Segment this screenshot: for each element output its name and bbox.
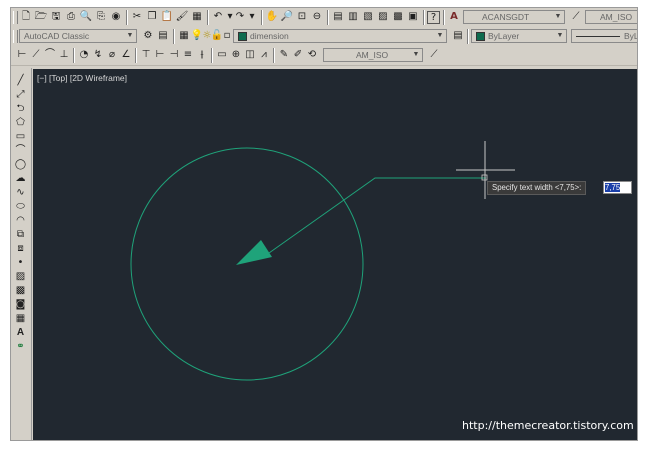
dimension-style-combo[interactable]: AM_ISO ▼ (323, 48, 423, 62)
dimension-toolbar: ⊢ ⟋ ⌒ ⊥ ◔ ↯ ⌀ ∠ ⊤ ⊢ ⊣ ≡ ⫲ ▭ ⊕ ◫ ⩘ ✎ ✐ ⟲ … (11, 46, 637, 66)
dimension-break-icon[interactable]: ⫲ (195, 48, 209, 62)
dim-style-icon[interactable]: ⟋ (569, 10, 583, 24)
help-icon[interactable]: ? (427, 11, 440, 24)
tool-palettes-icon[interactable]: ▧ (361, 10, 375, 24)
color-combo[interactable]: ByLayer ▼ (471, 29, 567, 43)
region-icon[interactable]: ◙ (13, 298, 28, 312)
baseline-dimension-icon[interactable]: ⊢ (153, 48, 167, 62)
revision-cloud-icon[interactable]: ☁ (13, 172, 28, 186)
layer-viewport-icon[interactable]: ▫ (220, 29, 234, 43)
pan-icon[interactable]: ✋ (265, 10, 279, 24)
text-style-combo[interactable]: ACANSGDT ▼ (463, 10, 565, 24)
arc-length-icon[interactable]: ⌒ (43, 48, 57, 62)
drawing-svg (130, 141, 515, 381)
leader-line[interactable] (268, 177, 486, 254)
workspace-settings-icon[interactable]: ⚙ (141, 29, 155, 43)
new-file-icon[interactable]: 🗋 (19, 10, 33, 24)
quick-dimension-icon[interactable]: ⊤ (139, 48, 153, 62)
make-block-icon[interactable]: ⧈ (13, 242, 28, 256)
polyline-icon[interactable]: ⮌ (13, 102, 28, 116)
table-icon[interactable]: ▦ (13, 312, 28, 326)
layer-color-swatch (238, 32, 247, 42)
circle-entity[interactable] (130, 147, 364, 381)
plot-preview-icon[interactable]: 🔍 (79, 10, 93, 24)
open-file-icon[interactable]: 🗁 (34, 10, 48, 24)
insert-block-icon[interactable]: ⧉ (13, 228, 28, 242)
sheet-set-icon[interactable]: ▨ (376, 10, 390, 24)
zoom-window-icon[interactable]: ⊡ (295, 10, 309, 24)
make-layer-current-icon[interactable]: ▤ (451, 29, 465, 43)
text-style-icon[interactable]: A (447, 10, 461, 24)
jogged-linear-icon[interactable]: ⩘ (257, 48, 271, 62)
diameter-dimension-icon[interactable]: ⌀ (105, 48, 119, 62)
dynamic-input-value: 7,75 (605, 183, 621, 192)
angular-dimension-icon[interactable]: ∠ (119, 48, 133, 62)
continue-dimension-icon[interactable]: ⊣ (167, 48, 181, 62)
publish-icon[interactable]: ⎘ (94, 10, 108, 24)
dynamic-input-field[interactable]: 7,75 (603, 181, 632, 194)
zoom-previous-icon[interactable]: ⊖ (310, 10, 324, 24)
center-mark-icon[interactable]: ⊕ (229, 48, 243, 62)
drawing-canvas[interactable]: [−] [Top] [2D Wireframe] Specify text wi… (33, 69, 637, 440)
gradient-icon[interactable]: ▩ (13, 284, 28, 298)
dynamic-input-prompt: Specify text width <7,75>: (487, 181, 587, 195)
dimension-update-icon[interactable]: ⟲ (305, 48, 319, 62)
dimension-edit-icon[interactable]: ✎ (277, 48, 291, 62)
arc-icon[interactable]: ⌒ (13, 144, 28, 158)
color-swatch (476, 32, 485, 42)
cut-icon[interactable]: ✂ (130, 10, 144, 24)
toolbar-grip[interactable] (13, 11, 18, 24)
point-icon[interactable]: • (13, 256, 28, 270)
multiline-text-icon[interactable]: A (13, 326, 28, 340)
draw-toolbar: ╱ ⤢ ⮌ ⬠ ▭ ⌒ ◯ ☁ ∿ ⬭ ◠ ⧉ ⧈ • ▨ ▩ ◙ ▦ A ⚭ (11, 68, 32, 440)
spline-icon[interactable]: ∿ (13, 186, 28, 200)
match-properties-icon[interactable]: 🖌 (175, 10, 189, 24)
inspection-icon[interactable]: ◫ (243, 48, 257, 62)
workspaces-layers-toolbar: AutoCAD Classic ▼ ⚙ ▤ ▦ 💡 ☼ 🔓 ▫ dimension… (11, 27, 637, 47)
my-workspace-icon[interactable]: ▤ (156, 29, 170, 43)
line-icon[interactable]: ╱ (13, 74, 28, 88)
jogged-dimension-icon[interactable]: ↯ (91, 48, 105, 62)
dimension-style-manager-icon[interactable]: ⟋ (427, 48, 441, 62)
watermark-text: http://themecreator.tistory.com (462, 419, 634, 432)
polygon-icon[interactable]: ⬠ (13, 116, 28, 130)
toolbar-grip[interactable] (13, 30, 18, 43)
design-center-icon[interactable]: ▥ (346, 10, 360, 24)
redo-dropdown-icon[interactable]: ▾ (245, 10, 259, 24)
quickcalc-icon[interactable]: ▣ (406, 10, 420, 24)
zoom-realtime-icon[interactable]: 🔎 (280, 10, 294, 24)
paste-icon[interactable]: 📋 (160, 10, 174, 24)
leader-arrowhead (236, 240, 272, 265)
dimension-text-edit-icon[interactable]: ✐ (291, 48, 305, 62)
hatch-icon[interactable]: ▨ (13, 270, 28, 284)
standard-toolbar: 🗋 🗁 🖫 ⎙ 🔍 ⎘ ◉ ✂ ❐ 📋 🖌 ▦ ↶ ▾ ↷ ▾ ✋ 🔎 ⊡ ⊖ … (11, 8, 637, 28)
ellipse-icon[interactable]: ⬭ (13, 200, 28, 214)
radius-dimension-icon[interactable]: ◔ (77, 48, 91, 62)
layer-properties-icon[interactable]: ▦ (177, 29, 191, 43)
linear-dimension-icon[interactable]: ⊢ (15, 48, 29, 62)
linetype-combo[interactable]: ByL (571, 29, 637, 43)
properties-icon[interactable]: ▤ (331, 10, 345, 24)
circle-icon[interactable]: ◯ (13, 158, 28, 172)
construction-line-icon[interactable]: ⤢ (13, 88, 28, 102)
dimension-space-icon[interactable]: ≡ (181, 48, 195, 62)
add-selected-icon[interactable]: ⚭ (13, 340, 28, 354)
layer-combo[interactable]: dimension ▼ (233, 29, 447, 43)
block-editor-icon[interactable]: ▦ (190, 10, 204, 24)
ellipse-arc-icon[interactable]: ◠ (13, 214, 28, 228)
aligned-dimension-icon[interactable]: ⟋ (29, 48, 43, 62)
3d-dwf-icon[interactable]: ◉ (109, 10, 123, 24)
ordinate-dimension-icon[interactable]: ⊥ (57, 48, 71, 62)
tolerance-icon[interactable]: ▭ (215, 48, 229, 62)
markup-icon[interactable]: ▩ (391, 10, 405, 24)
plot-icon[interactable]: ⎙ (64, 10, 78, 24)
copy-icon[interactable]: ❐ (145, 10, 159, 24)
workspace-combo[interactable]: AutoCAD Classic ▼ (19, 29, 137, 43)
autocad-window: 🗋 🗁 🖫 ⎙ 🔍 ⎘ ◉ ✂ ❐ 📋 🖌 ▦ ↶ ▾ ↷ ▾ ✋ 🔎 ⊡ ⊖ … (10, 7, 638, 441)
dim-style-combo[interactable]: AM_ISO (585, 10, 637, 24)
save-icon[interactable]: 🖫 (49, 10, 63, 24)
rectangle-icon[interactable]: ▭ (13, 130, 28, 144)
